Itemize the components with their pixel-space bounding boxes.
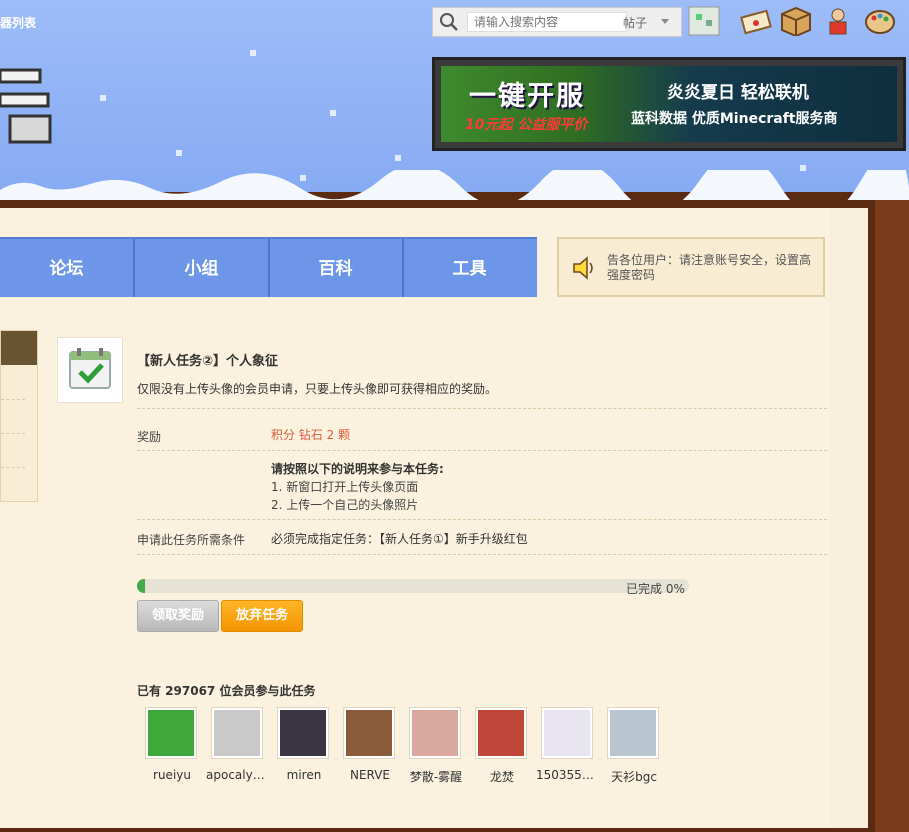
ad-banner[interactable]: 一键开服 10元起 公益服平价 炎炎夏日 轻松联机 蓝科数据 优质Minecra… xyxy=(432,57,906,151)
claim-reward-button[interactable]: 领取奖励 xyxy=(137,600,219,632)
main-nav: 论坛 小组 百科 工具 xyxy=(0,237,537,297)
avatar[interactable] xyxy=(146,708,196,758)
participant-item[interactable]: miren xyxy=(278,708,332,782)
nav-item-wiki[interactable]: 百科 xyxy=(269,239,404,297)
nav-item-group[interactable]: 小组 xyxy=(135,239,270,297)
top-bar: 器列表 帖子 xyxy=(0,0,909,40)
profile-icon[interactable] xyxy=(822,6,854,36)
divider xyxy=(1,399,25,400)
snow-edge xyxy=(0,149,909,218)
mail-icon[interactable] xyxy=(740,6,772,36)
participant-item[interactable]: 天衫bgc xyxy=(608,708,662,785)
participants-heading: 已有 297067 位会员参与此任务 xyxy=(137,684,316,698)
divider xyxy=(1,467,25,468)
divider xyxy=(137,519,827,520)
site-logo[interactable] xyxy=(0,60,60,155)
task-icon xyxy=(57,337,123,403)
speaker-icon xyxy=(573,256,593,280)
snowflake-decoration xyxy=(176,150,182,156)
reward-value: 积分 钻石 2 颗 xyxy=(271,428,351,442)
participant-name[interactable]: apocalyps... xyxy=(206,768,270,782)
banner-subline: 10元起 公益服平价 xyxy=(465,117,588,133)
participant-name[interactable]: 1503559... xyxy=(536,768,600,782)
avatar[interactable] xyxy=(212,708,262,758)
participant-item[interactable]: 龙焚 xyxy=(476,708,530,785)
search-scope-select[interactable]: 帖子 xyxy=(623,14,647,31)
banner-headline: 一键开服 xyxy=(469,81,585,112)
nav-item-forum[interactable]: 论坛 xyxy=(0,239,135,297)
avatar[interactable] xyxy=(542,708,592,758)
participant-name[interactable]: NERVE xyxy=(338,768,402,782)
server-list-link[interactable]: 器列表 xyxy=(0,14,36,31)
nav-item-tools[interactable]: 工具 xyxy=(403,239,536,297)
divider xyxy=(137,450,827,451)
snowflake-decoration xyxy=(395,155,401,161)
divider xyxy=(137,554,827,555)
participant-item[interactable]: NERVE xyxy=(344,708,398,782)
avatar[interactable] xyxy=(410,708,460,758)
divider xyxy=(1,433,25,434)
task-description: 仅限没有上传头像的会员申请，只要上传头像即可获得相应的奖励。 xyxy=(137,382,498,396)
snowflake-decoration xyxy=(250,50,256,56)
participant-name[interactable]: 梦散-雾醒 xyxy=(404,768,468,785)
instruction-step[interactable]: 1. 新窗口打开上传头像页面 xyxy=(271,478,418,495)
avatar[interactable] xyxy=(278,708,328,758)
snowflake-decoration xyxy=(330,110,336,116)
calendar-check-icon xyxy=(69,348,111,389)
search-icon[interactable] xyxy=(439,12,459,32)
notice-box: 告各位用户：请注意账号安全，设置高强度密码 xyxy=(557,237,825,297)
banner-slogan: 炎炎夏日 轻松联机 xyxy=(667,83,809,103)
task-title: 【新人任务②】个人象征 xyxy=(137,354,279,369)
abandon-task-button[interactable]: 放弃任务 xyxy=(221,600,303,632)
participant-item[interactable]: rueiyu xyxy=(146,708,200,782)
participant-name[interactable]: 龙焚 xyxy=(470,768,534,785)
crate-icon[interactable] xyxy=(780,6,812,36)
avatar[interactable] xyxy=(608,708,658,758)
user-avatar-icon[interactable] xyxy=(688,6,720,36)
snowflake-decoration xyxy=(100,95,106,101)
divider xyxy=(137,408,827,409)
participant-item[interactable]: 梦散-雾醒 xyxy=(410,708,464,785)
sidebar-panel xyxy=(0,330,38,502)
notice-text: 告各位用户：请注意账号安全，设置高强度密码 xyxy=(607,253,812,282)
progress-text: 已完成 0% xyxy=(626,582,685,596)
palette-icon[interactable] xyxy=(864,6,896,36)
participant-name[interactable]: miren xyxy=(272,768,336,782)
avatar[interactable] xyxy=(344,708,394,758)
participant-name[interactable]: rueiyu xyxy=(140,768,204,782)
avatar[interactable] xyxy=(476,708,526,758)
participant-name[interactable]: 天衫bgc xyxy=(602,768,666,785)
search-input[interactable] xyxy=(467,12,627,32)
condition-label: 申请此任务所需条件 xyxy=(137,533,246,547)
instruction-step: 2. 上传一个自己的头像照片 xyxy=(271,498,419,512)
participant-item[interactable]: 1503559... xyxy=(536,708,600,782)
search-bar: 帖子 xyxy=(432,7,682,37)
instructions-heading: 请按照以下的说明来参与本任务: xyxy=(271,462,444,476)
participant-item[interactable]: apocalyps... xyxy=(206,708,270,782)
progress-fill xyxy=(137,579,145,593)
reward-label: 奖励 xyxy=(137,430,162,444)
sidebar-header xyxy=(1,331,37,365)
condition-value[interactable]: 必须完成指定任务：【新人任务①】新手升级红包 xyxy=(271,530,528,547)
progress-bar xyxy=(137,579,689,593)
chevron-down-icon[interactable] xyxy=(661,19,669,24)
banner-brand: 蓝科数据 优质Minecraft服务商 xyxy=(631,111,838,127)
